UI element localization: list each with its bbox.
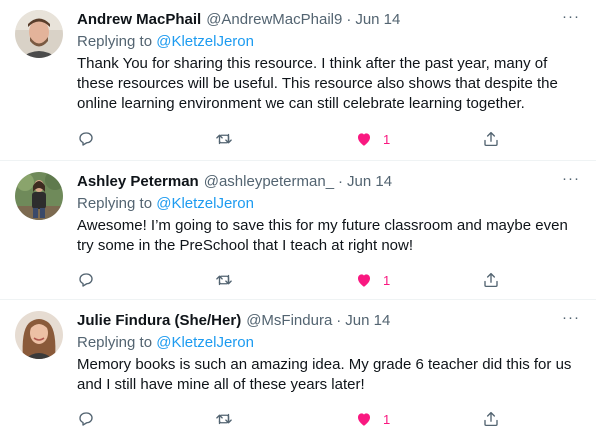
avatar[interactable] — [15, 172, 63, 220]
retweet-button[interactable] — [215, 409, 233, 429]
user-handle[interactable]: @MsFindura — [246, 311, 332, 331]
replying-to-label: Replying to — [77, 195, 157, 212]
retweet-button[interactable] — [215, 270, 233, 290]
timestamp[interactable]: Jun 14 — [347, 172, 392, 192]
timestamp[interactable]: Jun 14 — [345, 311, 390, 331]
tweet-text: Memory books is such an amazing idea. My… — [77, 356, 572, 393]
reply-icon — [79, 412, 93, 426]
retweet-icon — [216, 133, 232, 145]
share-icon — [484, 272, 498, 288]
more-icon[interactable]: ··· — [560, 310, 582, 331]
like-button[interactable]: 1 — [355, 129, 390, 149]
mention-link[interactable]: @KletzelJeron — [156, 334, 254, 351]
more-icon[interactable]: ··· — [560, 171, 582, 192]
display-name[interactable]: Andrew MacPhail — [77, 10, 201, 30]
tweet-text: Thank You for sharing this resource. I t… — [77, 55, 558, 112]
action-bar: 1 — [77, 270, 517, 290]
user-handle[interactable]: @ashleypeterman_ — [204, 172, 334, 192]
mention-link[interactable]: @KletzelJeron — [156, 33, 254, 50]
display-name[interactable]: Ashley Peterman — [77, 172, 199, 192]
retweet-icon — [216, 413, 232, 425]
like-count: 1 — [383, 272, 391, 288]
separator-dot: · — [338, 173, 344, 190]
tweet[interactable]: Julie Findura (She/Her) @MsFindura · Jun… — [0, 300, 596, 435]
retweet-button[interactable] — [215, 129, 233, 149]
reply-thread: Andrew MacPhail @AndrewMacPhail9 · Jun 1… — [0, 0, 596, 435]
reply-button[interactable] — [77, 409, 95, 429]
share-button[interactable] — [482, 270, 500, 290]
like-icon — [358, 413, 370, 426]
tweet[interactable]: Ashley Peterman @ashleypeterman_ · Jun 1… — [0, 161, 596, 300]
more-icon[interactable]: ··· — [560, 9, 582, 30]
tweet[interactable]: Andrew MacPhail @AndrewMacPhail9 · Jun 1… — [0, 0, 596, 161]
reply-icon — [79, 273, 93, 287]
like-count: 1 — [383, 411, 391, 427]
avatar[interactable] — [15, 10, 63, 58]
retweet-icon — [216, 274, 232, 286]
like-count: 1 — [383, 131, 391, 147]
like-button[interactable]: 1 — [355, 270, 390, 290]
replying-to: Replying to @KletzelJeron — [77, 194, 582, 214]
share-button[interactable] — [482, 409, 500, 429]
separator-dot: · — [346, 11, 352, 28]
display-name[interactable]: Julie Findura (She/Her) — [77, 311, 241, 331]
replying-to-label: Replying to — [77, 334, 157, 351]
share-icon — [484, 131, 498, 147]
share-button[interactable] — [482, 129, 500, 149]
reply-button[interactable] — [77, 270, 95, 290]
tweet-text: Awesome! I’m going to save this for my f… — [77, 217, 568, 254]
user-handle[interactable]: @AndrewMacPhail9 — [206, 10, 342, 30]
separator-dot: · — [336, 312, 342, 329]
reply-button[interactable] — [77, 129, 95, 149]
like-icon — [358, 274, 370, 287]
like-icon — [358, 133, 370, 146]
replying-to: Replying to @KletzelJeron — [77, 32, 582, 52]
action-bar: 1 — [77, 409, 517, 429]
avatar[interactable] — [15, 311, 63, 359]
share-icon — [484, 411, 498, 427]
timestamp[interactable]: Jun 14 — [355, 10, 400, 30]
mention-link[interactable]: @KletzelJeron — [156, 195, 254, 212]
replying-to: Replying to @KletzelJeron — [77, 333, 582, 353]
like-button[interactable]: 1 — [355, 409, 390, 429]
reply-icon — [79, 132, 93, 146]
action-bar: 1 — [77, 129, 517, 149]
replying-to-label: Replying to — [77, 33, 157, 50]
